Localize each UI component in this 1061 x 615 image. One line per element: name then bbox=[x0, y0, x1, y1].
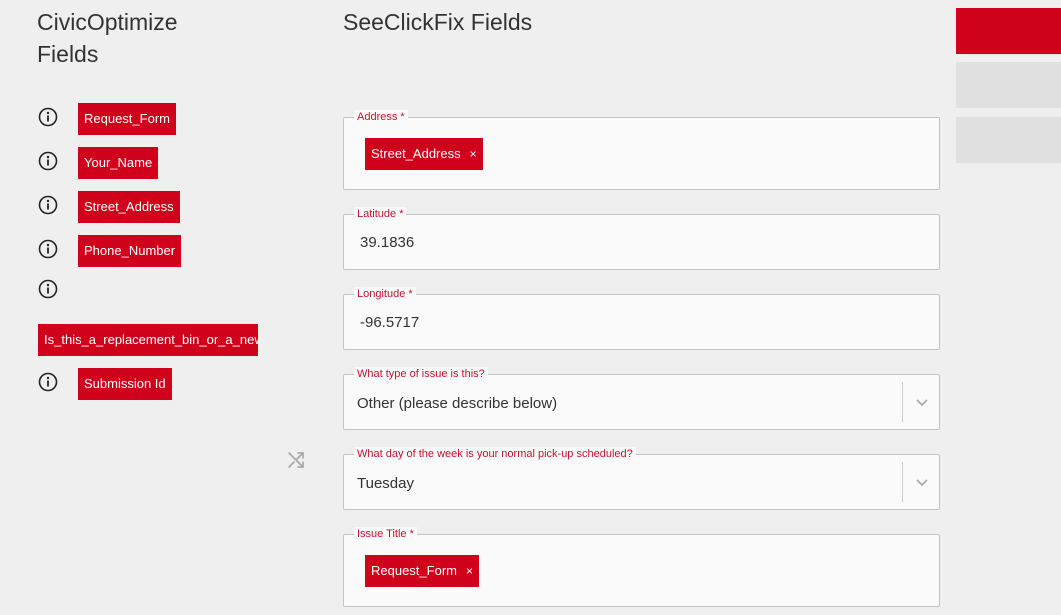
info-icon[interactable] bbox=[38, 195, 58, 215]
address-tag-label: Street_Address bbox=[371, 146, 461, 161]
field-chip-street-address[interactable]: Street_Address bbox=[78, 191, 180, 223]
longitude-label: Longitude * bbox=[354, 287, 416, 301]
address-label: Address * bbox=[354, 110, 408, 124]
field-chip-replacement-bin[interactable]: Is_this_a_replacement_bin_or_a_new_ bbox=[38, 324, 258, 356]
issue-type-label: What type of issue is this? bbox=[354, 367, 488, 381]
latitude-input[interactable]: 39.1836 bbox=[360, 234, 414, 251]
issue-type-value: Other (please describe below) bbox=[357, 395, 558, 412]
issue-title-label: Issue Title * bbox=[354, 527, 417, 541]
info-icon[interactable] bbox=[38, 151, 58, 171]
info-icon[interactable] bbox=[38, 239, 58, 259]
title-line-2: Fields bbox=[37, 41, 99, 67]
pickup-day-value: Tuesday bbox=[357, 475, 414, 492]
tertiary-side-button[interactable] bbox=[956, 117, 1061, 163]
info-icon[interactable] bbox=[38, 107, 58, 127]
select-divider bbox=[902, 462, 903, 502]
issue-type-select[interactable]: What type of issue is this? Other (pleas… bbox=[343, 367, 940, 430]
address-tag[interactable]: Street_Address × bbox=[365, 138, 483, 170]
pickup-day-select[interactable]: What day of the week is your normal pick… bbox=[343, 447, 940, 510]
info-icon[interactable] bbox=[38, 279, 58, 299]
longitude-input[interactable]: -96.5717 bbox=[360, 314, 419, 331]
address-field[interactable]: Address * Street_Address × bbox=[343, 110, 940, 190]
primary-side-button[interactable] bbox=[956, 8, 1061, 54]
issue-title-field[interactable]: Issue Title * Request_Form × bbox=[343, 527, 940, 607]
close-icon[interactable]: × bbox=[470, 147, 477, 161]
issue-title-tag-label: Request_Form bbox=[371, 563, 457, 578]
select-divider bbox=[902, 382, 903, 422]
pickup-day-label: What day of the week is your normal pick… bbox=[354, 447, 636, 461]
latitude-field[interactable]: Latitude * 39.1836 bbox=[343, 207, 940, 270]
seeclickfix-title: SeeClickFix Fields bbox=[343, 9, 533, 35]
field-chip-your-name[interactable]: Your_Name bbox=[78, 147, 159, 179]
secondary-side-button[interactable] bbox=[956, 62, 1061, 108]
latitude-label: Latitude * bbox=[354, 207, 407, 221]
shuffle-icon[interactable] bbox=[286, 450, 306, 470]
title-line-1: CivicOptimize bbox=[37, 9, 178, 35]
field-chip-submission-id[interactable]: Submission Id bbox=[78, 368, 172, 400]
chevron-down-icon[interactable] bbox=[913, 473, 931, 491]
field-chip-request-form[interactable]: Request_Form bbox=[78, 103, 176, 135]
info-icon[interactable] bbox=[38, 372, 58, 392]
longitude-field[interactable]: Longitude * -96.5717 bbox=[343, 287, 940, 350]
chevron-down-icon[interactable] bbox=[913, 393, 931, 411]
issue-title-tag[interactable]: Request_Form × bbox=[365, 555, 479, 587]
field-chip-phone-number[interactable]: Phone_Number bbox=[78, 235, 182, 267]
close-icon[interactable]: × bbox=[466, 564, 473, 578]
civicoptimize-title: CivicOptimize Fields bbox=[37, 6, 178, 70]
